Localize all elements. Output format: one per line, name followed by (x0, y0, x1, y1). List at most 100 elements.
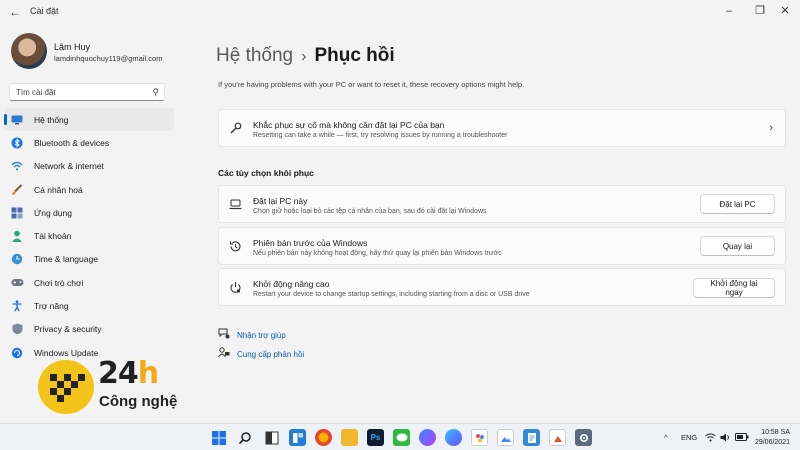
search-input[interactable] (16, 86, 146, 98)
photos-icon[interactable] (549, 429, 566, 446)
sidebar-item-label: Network & internet (34, 161, 104, 172)
line-icon[interactable] (393, 429, 410, 446)
section-title: Các tùy chọn khôi phục (218, 168, 314, 178)
sidebar-item-system[interactable]: Hệ thống (4, 108, 174, 132)
user-name: Lâm Huy (54, 42, 91, 52)
file-explorer-icon[interactable] (263, 429, 280, 446)
bluetooth-icon (10, 136, 24, 150)
shield-icon (10, 322, 24, 336)
go-back-title: Phiên bản trước của Windows (253, 238, 368, 248)
intro-text: If you're having problems with your PC o… (218, 80, 525, 89)
24h-logo: 24h Công nghệ (38, 356, 188, 416)
sidebar-item-label: Trợ năng (34, 301, 69, 312)
breadcrumb-separator: › (301, 48, 307, 65)
reset-pc-title: Đặt lại PC này (253, 196, 308, 206)
go-back-desc: Nếu phiên bản này không hoạt động, hãy t… (253, 250, 502, 257)
troubleshoot-title: Khắc phục sự cố mà không cần đặt lại PC … (253, 120, 445, 130)
update-icon (10, 346, 24, 360)
close-icon[interactable]: ✕ (778, 4, 792, 18)
sidebar-item-label: Hệ thống (34, 114, 69, 125)
sidebar-item-apps[interactable]: Ứng dụng (4, 201, 174, 224)
history-icon (228, 240, 242, 254)
notepad-icon[interactable] (523, 429, 540, 446)
messenger-icon[interactable] (419, 429, 436, 446)
get-help-label[interactable]: Nhận trợ giúp (237, 331, 286, 340)
sidebar-item-time-language[interactable]: Time & language (4, 248, 174, 271)
image-viewer-icon[interactable] (497, 429, 514, 446)
troubleshoot-card[interactable]: Khắc phục sự cố mà không cần đặt lại PC … (218, 109, 786, 147)
feedback-icon (218, 347, 230, 362)
folder-icon[interactable] (341, 429, 358, 446)
sidebar-item-gaming[interactable]: Chơi trò chơi (4, 271, 174, 294)
restart-now-button[interactable]: Khởi động lại ngay (693, 278, 775, 298)
sidebar-item-label: Cá nhân hoá (34, 184, 83, 195)
avatar[interactable] (11, 33, 47, 69)
logo-subtitle: Công nghệ (99, 393, 178, 410)
wifi-icon (10, 159, 24, 173)
chevron-right-icon: › (769, 122, 773, 134)
wifi-tray-icon[interactable] (705, 433, 716, 444)
advanced-startup-title: Khởi động nâng cao (253, 279, 330, 289)
reset-pc-card: Đặt lại PC này Chọn giữ hoặc loại bỏ các… (218, 185, 786, 223)
breadcrumb: Hệ thống › Phục hồi (216, 45, 395, 67)
search-icon[interactable] (236, 429, 253, 446)
get-help-link[interactable]: Nhận trợ giúp (218, 328, 286, 342)
volume-icon[interactable] (720, 433, 731, 444)
logo-24-text: 24h (98, 356, 159, 391)
search-icon[interactable]: ⚲ (152, 87, 159, 98)
sidebar-item-privacy[interactable]: Privacy & security (4, 318, 174, 341)
widgets-icon[interactable] (289, 429, 306, 446)
restore-icon[interactable]: ❐ (753, 4, 767, 18)
sidebar-item-label: Tài khoản (34, 231, 72, 242)
sidebar-item-label: Privacy & security (34, 324, 102, 335)
page-title: Phục hồi (314, 45, 395, 66)
troubleshoot-desc: Resetting can take a while — first, try … (253, 132, 508, 139)
sidebar-item-label: Ứng dụng (34, 207, 72, 218)
user-email: lamdinhquochuy119@gmail.com (54, 54, 163, 63)
windows-start-icon[interactable] (210, 429, 227, 446)
globe-clock-icon (10, 252, 24, 266)
gamepad-icon (10, 276, 24, 290)
sidebar-item-accessibility[interactable]: Trợ năng (4, 294, 174, 317)
logo-badge (38, 360, 94, 414)
breadcrumb-parent[interactable]: Hệ thống (216, 45, 293, 66)
back-arrow-icon[interactable]: ← (8, 5, 22, 19)
logo-24-digits: 24 (98, 356, 139, 391)
monitor-icon (10, 113, 24, 127)
help-icon (218, 328, 230, 342)
battery-icon[interactable] (735, 433, 749, 443)
language-indicator[interactable]: ENG (681, 433, 697, 442)
app-title: Cài đặt (30, 6, 59, 16)
give-feedback-label[interactable]: Cung cấp phản hồi (237, 350, 304, 359)
edge-icon[interactable] (445, 429, 462, 446)
minimize-icon[interactable]: – (722, 4, 736, 18)
taskbar-clock[interactable]: 10:58 SA 29/06/2021 (755, 428, 790, 448)
reset-pc-button[interactable]: Đặt lại PC (700, 194, 775, 214)
sidebar-item-network[interactable]: Network & internet (4, 155, 174, 178)
advanced-startup-card: Khởi động nâng cao Restart your device t… (218, 268, 786, 306)
settings-icon[interactable] (575, 429, 592, 446)
clock-time: 10:58 SA (761, 429, 790, 436)
wrench-icon (228, 122, 242, 136)
chevron-up-icon[interactable]: ^ (664, 433, 668, 442)
sidebar-nav: Hệ thống Bluetooth & devices Network & i… (4, 108, 174, 364)
go-back-card: Phiên bản trước của Windows Nếu phiên bả… (218, 227, 786, 265)
sidebar-item-label: Chơi trò chơi (34, 277, 84, 288)
reset-pc-desc: Chọn giữ hoặc loại bỏ các tệp cá nhân củ… (253, 208, 487, 215)
firefox-icon[interactable] (315, 429, 332, 446)
photoshop-icon[interactable]: Ps (367, 429, 384, 446)
person-icon (10, 229, 24, 243)
search-box[interactable]: ⚲ (9, 83, 165, 101)
sidebar-item-bluetooth[interactable]: Bluetooth & devices (4, 131, 174, 154)
logo-24-h: h (137, 356, 159, 391)
sidebar-item-accounts[interactable]: Tài khoản (4, 224, 174, 247)
apps-icon (10, 206, 24, 220)
paint-icon[interactable] (471, 429, 488, 446)
sidebar-item-personalization[interactable]: Cá nhân hoá (4, 178, 174, 201)
go-back-button[interactable]: Quay lại (700, 236, 775, 256)
title-bar: ← Cài đặt – ❐ ✕ (0, 0, 800, 24)
taskbar: Ps ^ ENG 10:58 SA 29/06/2021 (0, 423, 800, 450)
reset-pc-icon (228, 198, 242, 212)
give-feedback-link[interactable]: Cung cấp phản hồi (218, 347, 304, 362)
sidebar-item-label: Windows Update (34, 347, 99, 358)
